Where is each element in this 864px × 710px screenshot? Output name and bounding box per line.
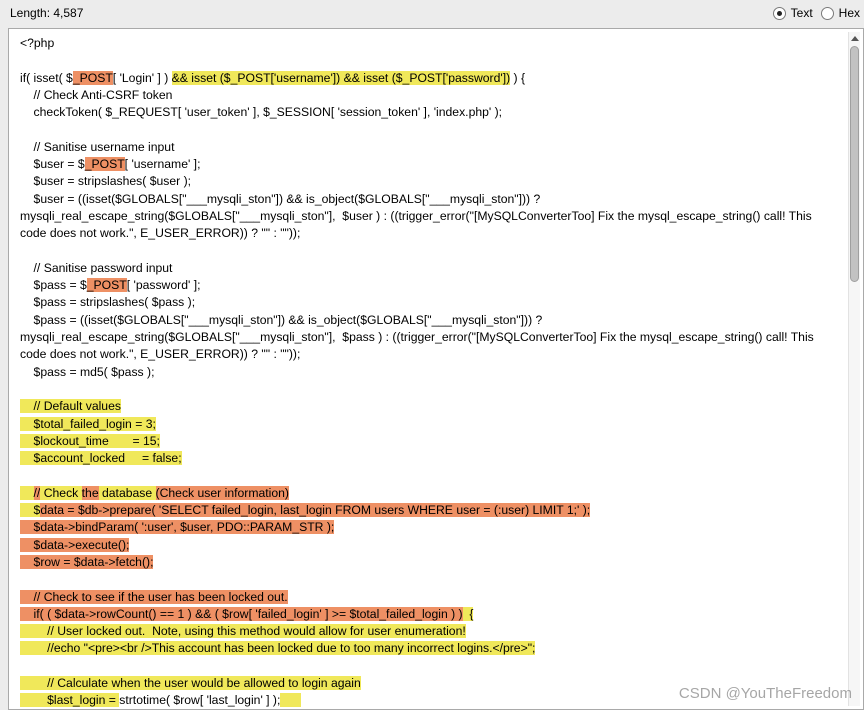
- code-line: // Sanitise password input: [20, 260, 830, 277]
- highlighted-code-segment: {: [462, 606, 474, 621]
- code-line: $user = stripslashes( $user );: [20, 173, 830, 190]
- code-segment: // Check Anti-CSRF token: [20, 87, 173, 102]
- highlighted-code-segment: $account_locked = false;: [20, 451, 182, 466]
- code-line: $data = $db->prepare( 'SELECT failed_log…: [20, 502, 830, 519]
- highlighted-code-segment: _POST: [84, 157, 125, 172]
- code-line: checkToken( $_REQUEST[ 'user_token' ], $…: [20, 104, 830, 121]
- code-line: // Check Anti-CSRF token: [20, 87, 830, 104]
- scrollbar-thumb[interactable]: [850, 46, 859, 282]
- code-line: $account_locked = false;: [20, 450, 830, 467]
- code-line: // Check the database (Check user inform…: [20, 485, 830, 502]
- text-mode-label[interactable]: Text: [791, 6, 813, 20]
- toolbar: Length: 4,587 Text Hex: [0, 0, 864, 26]
- highlighted-code-segment: if( ( $data->rowCount() == 1 ) && ( $row…: [20, 606, 463, 621]
- highlighted-code-segment: data = $db->prepare( 'SELECT failed_logi…: [40, 503, 591, 518]
- highlighted-code-segment: $: [20, 503, 41, 518]
- highlighted-code-segment: the: [81, 485, 99, 500]
- code-line: $lockout_time = 15;: [20, 433, 830, 450]
- code-segment: <?php: [20, 36, 55, 50]
- code-line: <?php: [20, 35, 830, 52]
- code-segment: // Sanitise username input: [20, 139, 175, 154]
- code-segment: checkToken( $_REQUEST[ 'user_token' ], $…: [20, 105, 503, 120]
- text-mode-radio[interactable]: [772, 6, 786, 20]
- code-segment: $user = stripslashes( $user );: [20, 174, 192, 189]
- code-line: $total_failed_login = 3;: [20, 416, 830, 433]
- highlighted-code-segment: [280, 693, 301, 708]
- hex-mode-radio[interactable]: [820, 6, 834, 20]
- code-line: $pass = ((isset($GLOBALS["___mysqli_ston…: [20, 312, 830, 364]
- code-segment: $pass = stripslashes( $pass );: [20, 295, 196, 310]
- code-line: if( isset( $_POST[ 'Login' ] ) && isset …: [20, 70, 830, 87]
- highlighted-code-segment: $row = $data->fetch();: [20, 554, 154, 569]
- code-segment: $pass = md5( $pass );: [20, 364, 155, 379]
- highlighted-code-segment: $data->bindParam( ':user', $user, PDO::P…: [20, 520, 335, 535]
- code-segment: if( isset( $: [20, 70, 73, 85]
- display-mode-selector: Text Hex: [772, 6, 860, 20]
- hex-mode-label[interactable]: Hex: [839, 6, 860, 20]
- response-text-panel[interactable]: <?php if( isset( $_POST[ 'Login' ] ) && …: [8, 28, 864, 710]
- highlighted-code-segment: // Calculate when the user would be allo…: [20, 675, 361, 690]
- code-line: //echo "<pre><br />This account has been…: [20, 640, 830, 657]
- highlighted-code-segment: // User locked out. Note, using this met…: [20, 624, 466, 639]
- code-segment: [ 'username' ];: [124, 157, 201, 172]
- code-segment: [ 'Login' ] ): [112, 70, 172, 85]
- highlighted-code-segment: _POST: [72, 70, 113, 85]
- highlighted-code-segment: Default values: [43, 399, 121, 414]
- code-segment: $pass = $: [20, 278, 87, 293]
- code-line: // Check to see if the user has been loc…: [20, 589, 830, 606]
- highlighted-code-segment: (Check user information): [155, 485, 289, 500]
- watermark: CSDN @YouTheFreedom: [678, 685, 852, 702]
- highlighted-code-segment: [20, 485, 34, 500]
- highlighted-code-segment: Check: [40, 485, 82, 500]
- highlighted-code-segment: $data->execute();: [20, 537, 130, 552]
- highlighted-code-segment: database: [98, 485, 156, 500]
- code-segment: $user = $: [20, 157, 85, 172]
- code-line: $user = $_POST[ 'username' ];: [20, 156, 830, 173]
- highlighted-code-segment: $total_failed_login = 3;: [20, 416, 156, 431]
- vertical-scrollbar[interactable]: [848, 32, 860, 706]
- code-line: $pass = stripslashes( $pass );: [20, 294, 830, 311]
- code-line: $data->execute();: [20, 537, 830, 554]
- code-line: $row = $data->fetch();: [20, 554, 830, 571]
- highlighted-code-segment: $last_login =: [20, 693, 120, 708]
- highlighted-code-segment: && isset ($_POST['username']) && isset (…: [171, 70, 511, 85]
- code-segment: // Sanitise password input: [20, 260, 173, 275]
- code-line: $user = ((isset($GLOBALS["___mysqli_ston…: [20, 191, 830, 243]
- scroll-up-arrow-icon[interactable]: [851, 36, 859, 41]
- code-segment: $pass = ((isset($GLOBALS["___mysqli_ston…: [20, 312, 818, 362]
- highlighted-code-segment: _POST: [86, 278, 127, 293]
- code-line: $pass = $_POST[ 'password' ];: [20, 277, 830, 294]
- code-segment: $user = ((isset($GLOBALS["___mysqli_ston…: [20, 191, 816, 241]
- length-label: Length: 4,587: [10, 6, 84, 20]
- source-code-view[interactable]: <?php if( isset( $_POST[ 'Login' ] ) && …: [20, 35, 830, 709]
- code-segment: strtotime( $row[ 'last_login' ] );: [119, 693, 281, 708]
- code-line: if( ( $data->rowCount() == 1 ) && ( $row…: [20, 606, 830, 623]
- code-line: // User locked out. Note, using this met…: [20, 623, 830, 640]
- highlighted-code-segment: //echo "<pre><br />This account has been…: [20, 641, 536, 656]
- code-line: $pass = md5( $pass );: [20, 364, 830, 381]
- code-line: $data->bindParam( ':user', $user, PDO::P…: [20, 519, 830, 536]
- highlighted-code-segment: $lockout_time = 15;: [20, 433, 160, 448]
- code-line: // Sanitise username input: [20, 139, 830, 156]
- highlighted-code-segment: // Check to see if the user has been loc…: [20, 589, 288, 604]
- code-segment: ) {: [510, 70, 526, 85]
- code-segment: [ 'password' ];: [126, 278, 201, 293]
- code-line: // Default values: [20, 398, 830, 415]
- highlighted-code-segment: //: [20, 399, 44, 414]
